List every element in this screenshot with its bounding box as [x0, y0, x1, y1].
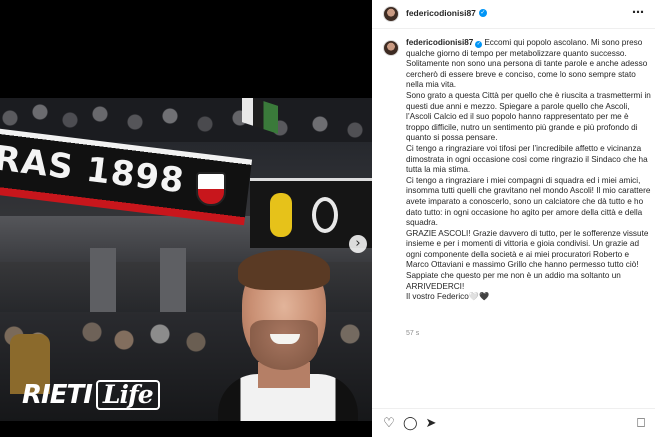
save-icon[interactable]: ⎕ [634, 417, 648, 431]
caption-paragraph: GRAZIE ASCOLI! Grazie davvero di tutto, … [406, 228, 649, 291]
caption-text: federicodionisi87 ✓ Eccomi qui popolo asco… [406, 38, 652, 303]
watermark-logo: RIETI Life [22, 380, 160, 410]
caption-username[interactable]: federicodionisi87 [406, 38, 473, 47]
action-bar: ♡ ◯ ➤ ⎕ [372, 408, 655, 437]
caption-paragraph: Sono grato a questa Città per quello che… [406, 90, 651, 143]
banner-mark [270, 193, 292, 237]
caption-paragraph: Ci tengo a ringraziare i miei compagni d… [406, 175, 651, 228]
post-photo[interactable]: RAS 1898 › RIETI Life [0, 0, 372, 437]
header-username[interactable]: federicodionisi87 ✓ [406, 8, 487, 18]
post-panel: federicodionisi87 ✓ ⋯ federicodionisi87 ✓… [372, 0, 655, 437]
caption-paragraph: Ci tengo a ringraziare voi tifosi per l’… [406, 143, 648, 175]
like-icon[interactable]: ♡ [382, 417, 396, 431]
carousel-next-icon[interactable]: › [349, 235, 367, 253]
watermark-main: RIETI [22, 380, 93, 410]
watermark-life: Life [95, 380, 160, 410]
more-options-icon[interactable]: ⋯ [632, 5, 645, 19]
caption-paragraph: federicodionisi87 ✓ Eccomi qui popolo asco… [406, 38, 648, 90]
share-icon[interactable]: ➤ [424, 417, 438, 431]
post-header: federicodionisi87 ✓ ⋯ [372, 0, 655, 29]
stadium-scene: RAS 1898 [0, 98, 372, 421]
post-timestamp: 57 s [406, 330, 420, 337]
avatar[interactable] [383, 40, 399, 56]
avatar[interactable] [383, 6, 399, 22]
comment-icon[interactable]: ◯ [403, 417, 418, 431]
player-beard [250, 320, 318, 370]
verified-icon: ✓ [478, 9, 487, 17]
banner-mark [312, 197, 338, 233]
club-crest [196, 172, 226, 206]
banner-text: RAS 1898 [0, 138, 187, 202]
player-hair [238, 250, 330, 290]
caption-paragraph: Il vostro Federico🤍🖤 [406, 292, 490, 302]
verified-icon: ✓ [475, 41, 483, 48]
username-link[interactable]: federicodionisi87 [406, 8, 476, 18]
